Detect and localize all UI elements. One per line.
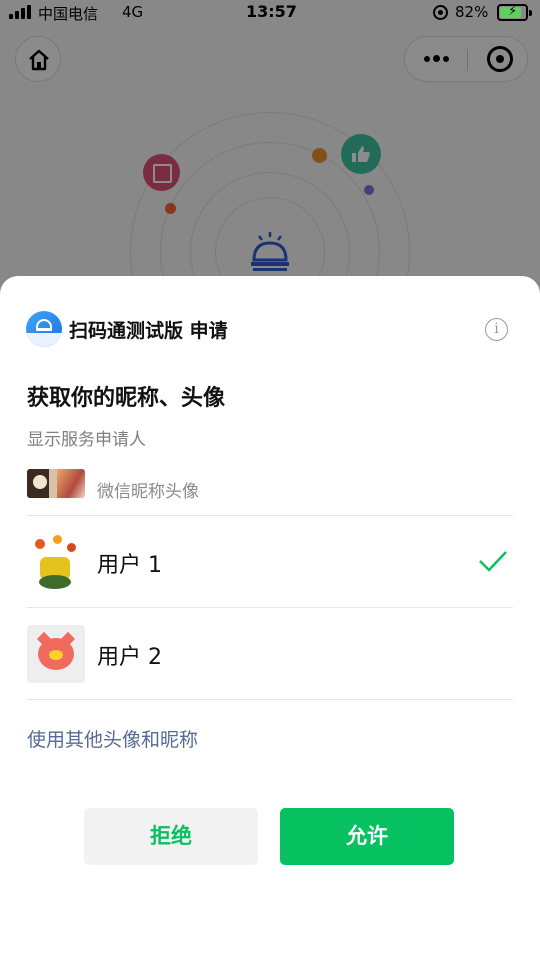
- status-time: 13:57: [246, 2, 297, 21]
- wechat-profile-label: 微信昵称头像: [97, 482, 199, 502]
- request-title: 获取你的昵称、头像: [27, 386, 226, 411]
- divider: [27, 699, 513, 700]
- wechat-avatar-preview: [27, 469, 85, 498]
- signal-icon: [9, 5, 33, 19]
- app-logo: [26, 311, 62, 347]
- avatar: [27, 625, 85, 683]
- use-other-avatar-link[interactable]: 使用其他头像和昵称: [27, 725, 198, 752]
- user-name: 用户 2: [97, 645, 162, 670]
- request-subtitle: 显示服务申请人: [27, 430, 146, 450]
- carrier-name: 中国电信: [38, 5, 99, 23]
- charging-bolt-icon: ⚡: [508, 4, 518, 19]
- battery-icon: ⚡: [497, 4, 528, 21]
- user-option-1[interactable]: 用户 1: [0, 516, 540, 608]
- reject-button[interactable]: 拒绝: [84, 808, 258, 865]
- app-name: 扫码通测试版 申请: [69, 320, 228, 342]
- authorization-sheet: 扫码通测试版 申请 i 获取你的昵称、头像 显示服务申请人 微信昵称头像 用户 …: [0, 276, 540, 953]
- user-name: 用户 1: [97, 553, 162, 578]
- checkmark-icon: [479, 551, 507, 572]
- info-icon[interactable]: i: [485, 318, 508, 341]
- avatar: [27, 533, 85, 591]
- orientation-lock-icon: [433, 5, 448, 20]
- battery-cap: [529, 10, 532, 16]
- status-bar: 中国电信 4G 13:57 82% ⚡: [0, 0, 540, 26]
- allow-button[interactable]: 允许: [280, 808, 454, 865]
- user-option-2[interactable]: 用户 2: [0, 608, 540, 700]
- battery-percent: 82%: [455, 3, 489, 21]
- network-type: 4G: [122, 3, 144, 21]
